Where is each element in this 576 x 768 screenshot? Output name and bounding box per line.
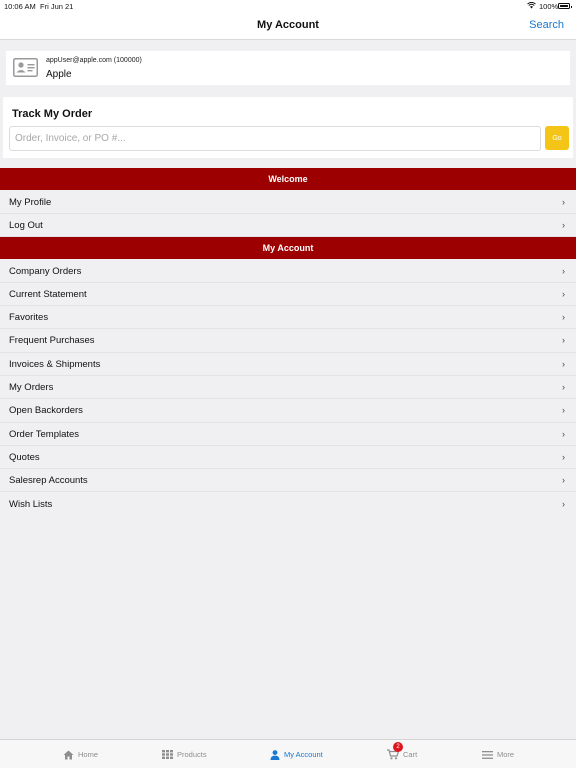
menu-item-label: Salesrep Accounts <box>9 475 88 487</box>
menu-item-open-backorders[interactable]: Open Backorders › <box>0 399 576 423</box>
chevron-right-icon: › <box>562 265 565 276</box>
menu-item-label: Open Backorders <box>9 405 83 417</box>
tab-label: Cart <box>403 750 418 759</box>
chevron-right-icon: › <box>562 382 565 392</box>
id-card-icon <box>13 58 38 77</box>
menu-item-label: My Profile <box>9 196 52 208</box>
tab-products[interactable]: Products <box>162 740 207 768</box>
person-icon <box>270 749 280 760</box>
tab-more[interactable]: More <box>482 740 514 768</box>
section-header-my-account: My Account <box>0 237 576 259</box>
chevron-right-icon: › <box>562 451 565 462</box>
chevron-right-icon: › <box>562 196 565 207</box>
menu-item-quotes[interactable]: Quotes › <box>0 446 576 470</box>
search-button[interactable]: Search <box>529 19 564 31</box>
tab-bar: Home Products My Account Cart 2 More <box>0 739 576 768</box>
chevron-right-icon: › <box>562 428 565 439</box>
track-order-title: Track My Order <box>12 108 93 120</box>
tab-home[interactable]: Home <box>63 740 98 768</box>
status-time: 10:06 AM <box>4 2 36 11</box>
chevron-right-icon: › <box>562 405 565 416</box>
menu-item-label: Wish Lists <box>9 498 53 510</box>
tab-label: Home <box>78 750 99 759</box>
menu-item-salesrep-accounts[interactable]: Salesrep Accounts › <box>0 469 576 493</box>
tab-label: More <box>497 750 515 759</box>
tab-label: Products <box>177 750 207 759</box>
cart-badge: 2 <box>393 742 403 752</box>
menu-item-frequent-purchases[interactable]: Frequent Purchases › <box>0 329 576 353</box>
menu-item-label: Frequent Purchases <box>9 335 95 347</box>
menu-item-label: Order Templates <box>9 428 80 440</box>
go-button[interactable]: Go <box>545 126 569 150</box>
menu-item-label: Favorites <box>9 312 49 324</box>
navigation-bar: My Account Search <box>0 12 576 40</box>
menu-item-favorites[interactable]: Favorites › <box>0 306 576 330</box>
track-order-panel: Track My Order Go <box>3 97 573 158</box>
user-company: Apple <box>46 69 72 80</box>
tab-label: My Account <box>284 750 323 759</box>
menu-item-current-statement[interactable]: Current Statement › <box>0 283 576 307</box>
battery-percent: 100% <box>539 2 559 11</box>
chevron-right-icon: › <box>562 358 565 369</box>
chevron-right-icon: › <box>562 335 565 346</box>
chevron-right-icon: › <box>562 219 565 230</box>
home-icon <box>63 750 74 759</box>
menu-item-label: Company Orders <box>9 265 82 277</box>
wifi-icon <box>527 2 536 9</box>
menu-item-wish-lists[interactable]: Wish Lists › <box>0 493 576 516</box>
battery-icon <box>558 3 572 9</box>
tab-cart[interactable]: Cart 2 <box>387 740 417 768</box>
menu-icon <box>482 750 493 759</box>
chevron-right-icon: › <box>562 288 565 299</box>
user-card: appUser@apple.com (100000) Apple <box>6 51 570 85</box>
menu-item-label: My Orders <box>9 382 54 393</box>
tab-my-account[interactable]: My Account <box>270 740 323 768</box>
menu-item-log-out[interactable]: Log Out › <box>0 214 576 238</box>
menu-item-invoices-shipments[interactable]: Invoices & Shipments › <box>0 353 576 376</box>
page-title: My Account <box>257 19 319 31</box>
menu-item-my-profile[interactable]: My Profile › <box>0 191 576 214</box>
menu-item-company-orders[interactable]: Company Orders › <box>0 260 576 283</box>
menu-item-label: Log Out <box>9 219 43 231</box>
menu-item-label: Invoices & Shipments <box>9 358 101 370</box>
status-bar: 10:06 AM Fri Jun 21 100% <box>0 0 576 12</box>
menu-item-order-templates[interactable]: Order Templates › <box>0 423 576 446</box>
menu-item-label: Current Statement <box>9 288 87 300</box>
status-date: Fri Jun 21 <box>40 2 74 11</box>
chevron-right-icon: › <box>562 312 565 323</box>
menu-item-label: Quotes <box>9 451 40 463</box>
chevron-right-icon: › <box>562 475 565 486</box>
user-email: appUser@apple.com (100000) <box>46 57 142 64</box>
menu-item-my-orders[interactable]: My Orders › <box>0 376 576 400</box>
grid-icon <box>162 750 173 759</box>
chevron-right-icon: › <box>562 498 565 509</box>
section-header-welcome: Welcome <box>0 168 576 190</box>
order-search-input[interactable] <box>9 126 541 151</box>
